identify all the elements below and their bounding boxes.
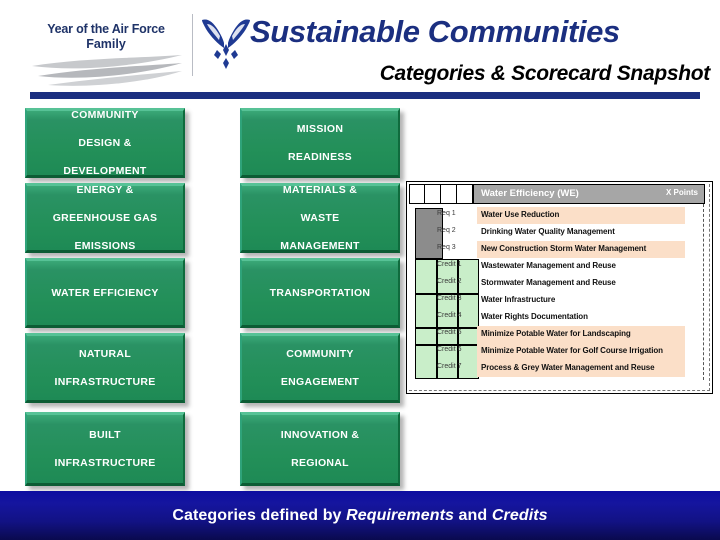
scorecard-row-label: Credit 2 — [437, 278, 462, 285]
scorecard-row-text: Water Use Reduction — [481, 209, 560, 219]
category-label: INNOVATION & REGIONAL — [280, 429, 360, 469]
scorecard-row: Credit 3 Water Infrastructure — [433, 292, 699, 309]
category-box-natural-infrastructure[interactable]: NATURAL INFRASTRUCTURE — [25, 333, 185, 403]
category-box-mission-readiness[interactable]: MISSION READINESS — [240, 108, 400, 178]
category-label: WATER EFFICIENCY — [51, 287, 159, 299]
logo-line-1: Year of the Air Force — [47, 22, 165, 36]
year-of-air-force-family-logo: Year of the Air Force Family — [26, 12, 186, 86]
scorecard-row-text: Wastewater Management and Reuse — [481, 260, 616, 270]
scorecard-row-text: Water Infrastructure — [481, 294, 556, 304]
scorecard-row-label: Credit 4 — [437, 312, 462, 319]
scorecard-row-text: Minimize Potable Water for Golf Course I… — [481, 345, 663, 355]
category-label: MISSION READINESS — [288, 123, 352, 163]
category-label: MATERIALS & WASTE MANAGEMENT — [280, 184, 360, 252]
scorecard-row: Credit 4 Water Rights Documentation — [433, 309, 699, 326]
footer-emphasis-credits: Credits — [491, 506, 548, 524]
slide-footer: Categories defined by Requirements and C… — [0, 491, 720, 540]
scorecard-row-label: Req 2 — [437, 227, 456, 234]
scorecard-inner: Water Efficiency (WE) X Points Req 1 Wate… — [409, 184, 710, 391]
footer-caption: Categories defined by Requirements and C… — [172, 507, 547, 525]
footer-text-middle: and — [454, 506, 492, 524]
scorecard-snapshot[interactable]: Water Efficiency (WE) X Points Req 1 Wate… — [406, 181, 713, 394]
swoosh-graphic — [32, 55, 182, 86]
category-box-energy-greenhouse-gas[interactable]: ENERGY & GREENHOUSE GAS EMISSIONS — [25, 183, 185, 253]
category-box-community-engagement[interactable]: COMMUNITY ENGAGEMENT — [240, 333, 400, 403]
scorecard-header-empty-cells — [409, 184, 473, 204]
footer-text-before: Categories defined by — [172, 506, 347, 524]
scorecard-points-header: X Points — [665, 188, 698, 197]
category-box-innovation-regional[interactable]: INNOVATION & REGIONAL — [240, 412, 400, 486]
category-label: COMMUNITY DESIGN & DEVELOPMENT — [63, 109, 147, 177]
category-label: ENERGY & GREENHOUSE GAS EMISSIONS — [52, 184, 158, 252]
slide-header: Year of the Air Force Family Sustainable… — [0, 0, 720, 100]
scorecard-row-label: Req 1 — [437, 210, 456, 217]
header-divider — [192, 14, 193, 76]
scorecard-row-text: Water Rights Documentation — [481, 311, 588, 321]
scorecard-row: Req 2 Drinking Water Quality Management — [433, 224, 699, 241]
scorecard-row-label: Req 3 — [437, 244, 456, 251]
category-box-materials-waste-management[interactable]: MATERIALS & WASTE MANAGEMENT — [240, 183, 400, 253]
category-box-transportation[interactable]: TRANSPORTATION — [240, 258, 400, 328]
scorecard-row-text: Drinking Water Quality Management — [481, 226, 615, 236]
scorecard-row-label: Credit 7 — [437, 363, 462, 370]
scorecard-row-text: Stormwater Management and Reuse — [481, 277, 616, 287]
page-subtitle: Categories & Scorecard Snapshot — [379, 62, 711, 85]
logo-line-2: Family — [86, 37, 126, 51]
scorecard-row-text: Process & Grey Water Management and Reus… — [481, 362, 655, 372]
scorecard-row-label: Credit 6 — [437, 346, 462, 353]
scorecard-row: Req 1 Water Use Reduction — [433, 207, 699, 224]
scorecard-row-label: Credit 3 — [437, 295, 462, 302]
scorecard-right-rule — [703, 204, 704, 380]
category-label: NATURAL INFRASTRUCTURE — [54, 348, 156, 388]
category-label: TRANSPORTATION — [269, 287, 371, 299]
category-box-built-infrastructure[interactable]: BUILT INFRASTRUCTURE — [25, 412, 185, 486]
footer-emphasis-requirements: Requirements — [346, 506, 455, 524]
header-rule — [30, 92, 700, 99]
page-title: Sustainable Communities — [250, 14, 620, 49]
category-box-community-design-development[interactable]: COMMUNITY DESIGN & DEVELOPMENT — [25, 108, 185, 178]
scorecard-row: Credit 1 Wastewater Management and Reuse — [433, 258, 699, 275]
scorecard-row-label: Credit 5 — [437, 329, 462, 336]
scorecard-row-text: New Construction Storm Water Management — [481, 243, 647, 253]
scorecard-title: Water Efficiency (WE) — [481, 188, 579, 199]
category-label: BUILT INFRASTRUCTURE — [54, 429, 156, 469]
scorecard-row: Credit 7 Process & Grey Water Management … — [433, 360, 699, 377]
scorecard-category-bar: Water Efficiency (WE) X Points — [473, 184, 705, 204]
scorecard-row: Credit 5 Minimize Potable Water for Lands… — [433, 326, 699, 343]
scorecard-row: Credit 6 Minimize Potable Water for Golf … — [433, 343, 699, 360]
category-box-water-efficiency[interactable]: WATER EFFICIENCY — [25, 258, 185, 328]
scorecard-row-text: Minimize Potable Water for Landscaping — [481, 328, 631, 338]
scorecard-row: Credit 2 Stormwater Management and Reuse — [433, 275, 699, 292]
scorecard-row-label: Credit 1 — [437, 261, 462, 268]
category-label: COMMUNITY ENGAGEMENT — [280, 348, 360, 388]
scorecard-header-row: Water Efficiency (WE) X Points — [409, 184, 709, 204]
scorecard-row: Req 3 New Construction Storm Water Manage… — [433, 241, 699, 258]
scorecard-row-list: Req 1 Water Use Reduction Req 2 Drinking Wa… — [433, 207, 699, 377]
